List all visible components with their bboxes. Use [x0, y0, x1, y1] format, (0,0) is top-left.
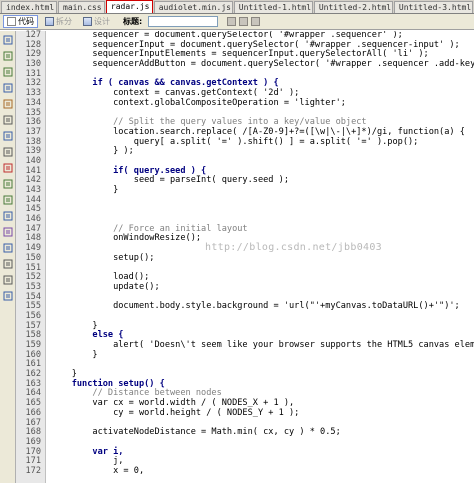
document-tab[interactable]: index.html [1, 1, 58, 13]
code-editor[interactable]: sequencer = document.querySelector( '#wr… [47, 31, 474, 483]
line-number-gutter: 127 128 129 130 131 132 133 134 135 136 137 138 139 1… [16, 30, 46, 483]
title-label: 标题: [123, 17, 143, 26]
highlight-icon[interactable] [3, 131, 13, 141]
code-view-label: 代码 [18, 17, 34, 26]
code-line: activateNodeDistance = Math.min( cx, cy … [51, 427, 341, 438]
code-line: x = 0, [51, 465, 145, 476]
code-line: } [51, 349, 98, 360]
code-line: document.body.style.background = 'url("'… [51, 301, 460, 312]
code-line: sequencerAddButton = document.querySelec… [51, 59, 474, 70]
format-source-icon[interactable] [3, 291, 13, 301]
line-numbers-icon[interactable] [3, 115, 13, 125]
split-view-icon [45, 17, 54, 26]
document-tab[interactable]: Untitled-2.html [313, 1, 393, 13]
code-line: alert( 'Doesn\'t seem like your browser … [113, 340, 474, 350]
code-line: context.globalCompositeOperation = 'ligh… [51, 97, 346, 108]
code-line: } [51, 185, 119, 195]
code-line: update(); [51, 281, 160, 292]
toolbar-icon-group [227, 17, 261, 26]
open-documents-icon[interactable] [3, 35, 13, 45]
indent-icon[interactable] [3, 259, 13, 269]
coding-toolbar [0, 31, 16, 483]
outdent-icon[interactable] [3, 275, 13, 285]
refresh-icon[interactable] [239, 17, 249, 26]
select-parent-icon[interactable] [3, 83, 13, 93]
browser-preview-icon[interactable] [227, 17, 237, 26]
watermark-text: http://blog.csdn.net/jbb0403 [205, 242, 382, 253]
title-input[interactable] [148, 16, 219, 27]
view-options-icon[interactable] [251, 17, 261, 26]
code-line: } ); [51, 146, 134, 157]
document-toolbar: 代码 拆分 设计 标题: [0, 14, 474, 30]
code-view-button[interactable]: 代码 [3, 15, 38, 28]
move-css-icon[interactable] [3, 243, 13, 253]
wrap-tag-icon[interactable] [3, 211, 13, 221]
document-tab[interactable]: audiolet.min.js [153, 1, 233, 13]
recent-snippets-icon[interactable] [3, 227, 13, 237]
syntax-error-icon[interactable] [3, 163, 13, 173]
code-view-icon [7, 17, 16, 26]
document-tab[interactable]: Untitled-1.html [233, 1, 313, 13]
code-line: cy = world.height / ( NODES_Y + 1 ); [51, 407, 300, 418]
design-view-label: 设计 [94, 17, 110, 26]
design-view-button[interactable]: 设计 [79, 15, 114, 28]
comment-icon[interactable] [3, 179, 13, 189]
word-wrap-icon[interactable] [3, 147, 13, 157]
code-line: setup(); [51, 252, 155, 263]
document-tab[interactable]: Untitled-3.html [393, 1, 473, 13]
collapse-icon[interactable] [3, 51, 13, 61]
balance-braces-icon[interactable] [3, 99, 13, 109]
uncomment-icon[interactable] [3, 195, 13, 205]
document-tab[interactable]: radar.js [105, 0, 153, 13]
expand-icon[interactable] [3, 67, 13, 77]
split-view-button[interactable]: 拆分 [41, 15, 76, 28]
document-tab[interactable]: main.css [58, 1, 105, 13]
split-view-label: 拆分 [56, 17, 72, 26]
design-view-icon [83, 17, 92, 26]
document-tab-bar: index.html main.css radar.js audiolet.min.j… [0, 0, 474, 14]
line-number: 172 [25, 465, 41, 476]
